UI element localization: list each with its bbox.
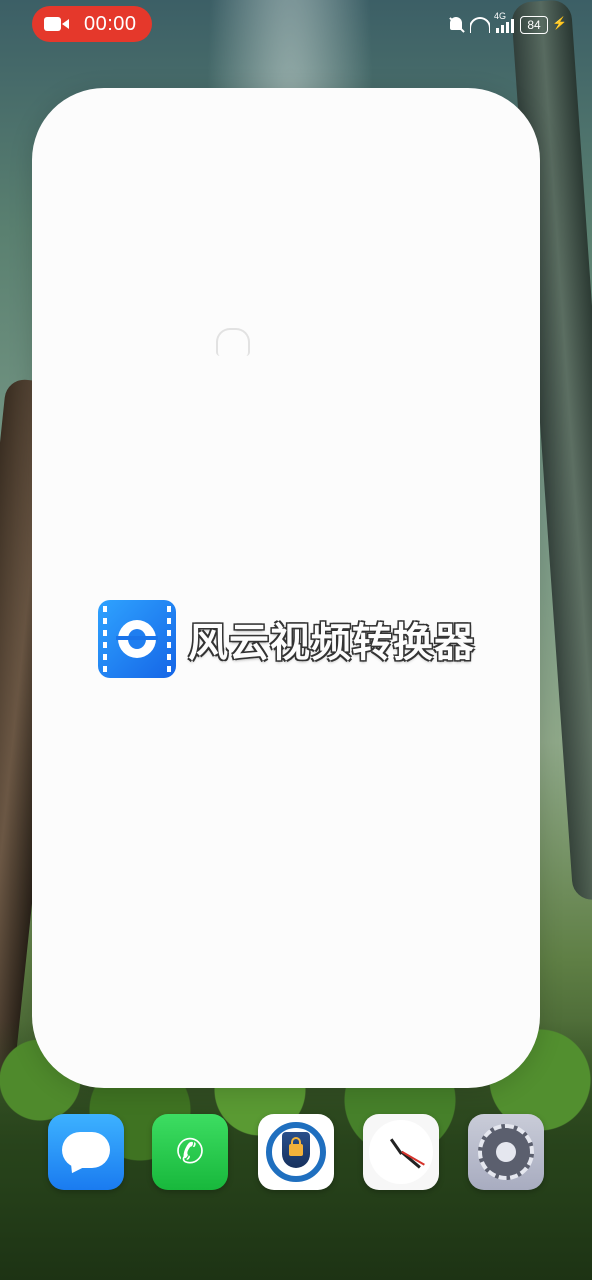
speech-bubble-icon bbox=[62, 1132, 110, 1168]
mute-bell-icon bbox=[448, 16, 464, 34]
app-splash-window[interactable]: 风云视频转换器 bbox=[32, 88, 540, 1088]
splash-placeholder-icon bbox=[214, 320, 250, 358]
signal-icon: 4G bbox=[494, 11, 514, 33]
gear-icon bbox=[478, 1124, 534, 1180]
battery-icon: 84 bbox=[520, 16, 548, 34]
status-icons: 4G 84 bbox=[448, 11, 567, 36]
settings-app-icon[interactable] bbox=[468, 1114, 544, 1190]
messages-app-icon[interactable] bbox=[48, 1114, 124, 1190]
video-converter-app-icon bbox=[98, 600, 176, 678]
dock: ✆ bbox=[0, 1114, 592, 1192]
clock-app-icon[interactable] bbox=[363, 1114, 439, 1190]
wifi-icon bbox=[470, 17, 490, 33]
vault-app-icon[interactable] bbox=[258, 1114, 334, 1190]
handset-icon: ✆ bbox=[175, 1132, 205, 1172]
recording-timer: 00:00 bbox=[84, 12, 137, 35]
lock-icon bbox=[289, 1137, 303, 1156]
charging-bolt-icon bbox=[552, 16, 567, 32]
splash-brand: 风云视频转换器 bbox=[98, 600, 475, 678]
network-type-label: 4G bbox=[494, 11, 507, 21]
screen-recording-indicator[interactable]: 00:00 bbox=[32, 6, 152, 42]
app-name-title: 风云视频转换器 bbox=[188, 620, 475, 666]
video-camera-icon bbox=[44, 14, 74, 34]
phone-app-icon[interactable]: ✆ bbox=[152, 1114, 228, 1190]
status-bar: 00:00 4G 84 bbox=[0, 0, 592, 48]
